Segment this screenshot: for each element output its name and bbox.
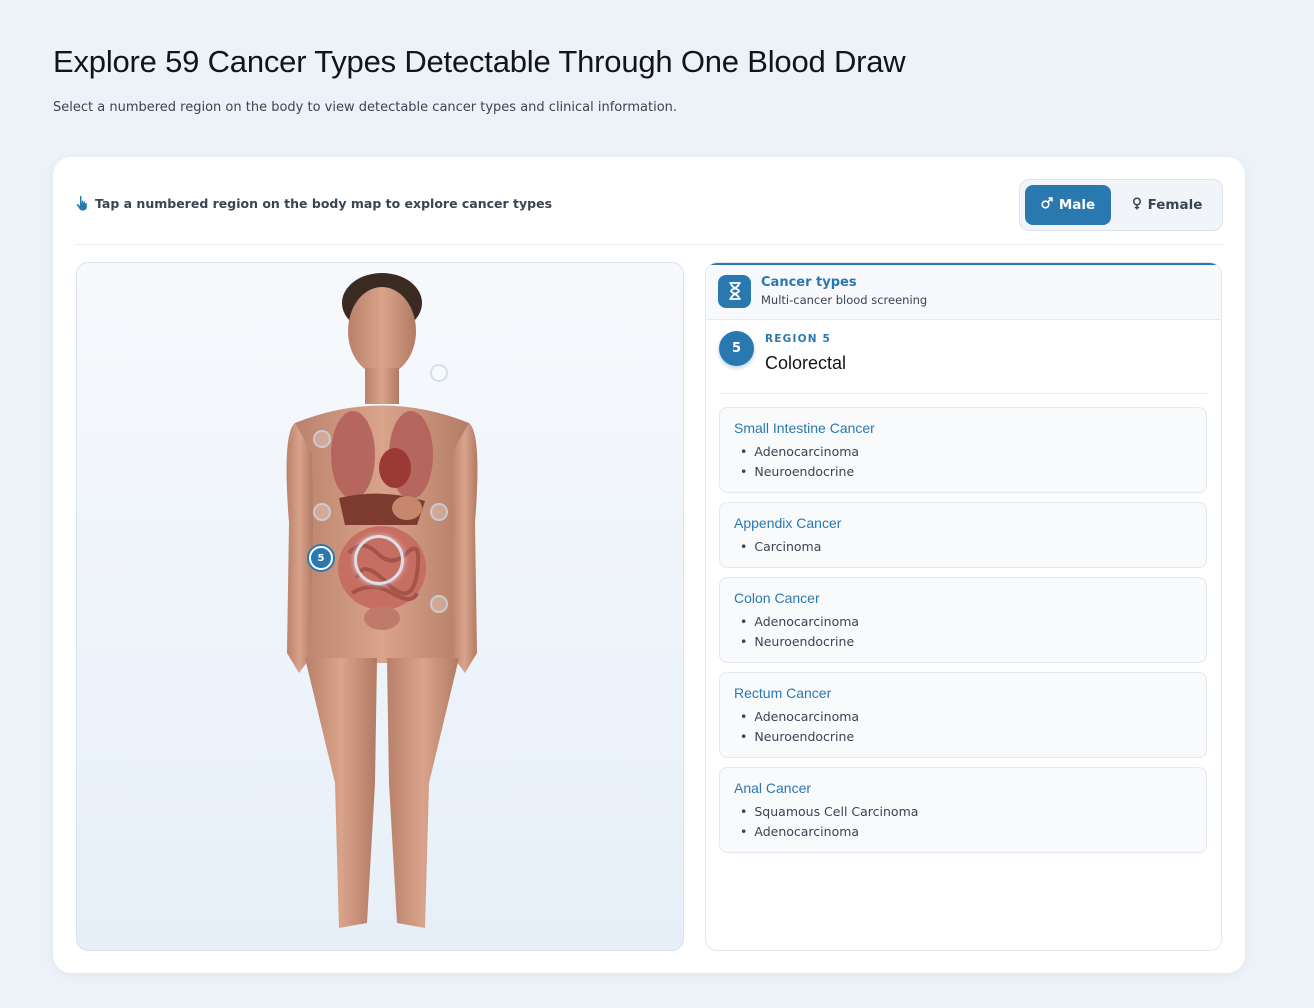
human-anatomy-illustration xyxy=(286,273,478,928)
region-marker-4[interactable] xyxy=(430,503,448,521)
cancer-name[interactable]: Rectum Cancer xyxy=(734,685,1192,701)
explorer-card: Tap a numbered region on the body map to… xyxy=(53,157,1245,973)
male-label: Male xyxy=(1058,197,1096,213)
header-divider xyxy=(75,244,1223,245)
region-marker-3[interactable] xyxy=(313,503,331,521)
male-symbol-icon xyxy=(1041,197,1053,213)
cancer-card[interactable]: Small Intestine Cancer Adenocarcinoma Ne… xyxy=(719,407,1207,493)
cancer-types-panel: Cancer types Multi-cancer blood screenin… xyxy=(705,262,1222,951)
instruction-text: Tap a numbered region on the body map to… xyxy=(95,195,553,211)
cancer-list: Small Intestine Cancer Adenocarcinoma Ne… xyxy=(719,407,1207,862)
region-marker-1[interactable] xyxy=(430,364,448,382)
cancer-subtype: Adenocarcinoma xyxy=(734,707,1192,727)
page-title: Explore 59 Cancer Types Detectable Throu… xyxy=(53,44,906,79)
panel-accent-bar xyxy=(706,263,1221,265)
region-name: Colorectal xyxy=(765,353,847,373)
pointer-hand-icon xyxy=(75,195,89,211)
region-header: 5 REGION 5 Colorectal xyxy=(719,331,1207,394)
cancer-subtype: Neuroendocrine xyxy=(734,462,1192,482)
panel-subtitle: Multi-cancer blood screening xyxy=(761,293,928,307)
female-toggle-button[interactable]: Female xyxy=(1117,185,1217,225)
cancer-card[interactable]: Colon Cancer Adenocarcinoma Neuroendocri… xyxy=(719,577,1207,663)
instruction-hint: Tap a numbered region on the body map to… xyxy=(75,195,552,211)
region-marker-6[interactable] xyxy=(430,595,448,613)
region-label: REGION 5 xyxy=(765,333,832,345)
cancer-name[interactable]: Anal Cancer xyxy=(734,780,1192,796)
region-marker-5[interactable]: 5 xyxy=(309,546,333,570)
cancer-name[interactable]: Colon Cancer xyxy=(734,590,1192,606)
cancer-name[interactable]: Appendix Cancer xyxy=(734,515,1192,531)
page-subtitle: Select a numbered region on the body to … xyxy=(53,100,678,115)
panel-header: Cancer types Multi-cancer blood screenin… xyxy=(706,263,1221,320)
cancer-name[interactable]: Small Intestine Cancer xyxy=(734,420,1192,436)
cancer-subtype: Neuroendocrine xyxy=(734,632,1192,652)
cancer-subtype: Carcinoma xyxy=(734,537,1192,557)
panel-title: Cancer types xyxy=(761,275,857,290)
dna-icon xyxy=(718,274,751,308)
cancer-card[interactable]: Appendix Cancer Carcinoma xyxy=(719,502,1207,568)
cancer-card[interactable]: Rectum Cancer Adenocarcinoma Neuroendocr… xyxy=(719,672,1207,758)
cancer-card[interactable]: Anal Cancer Squamous Cell Carcinoma Aden… xyxy=(719,767,1207,853)
male-toggle-button[interactable]: Male xyxy=(1025,185,1111,225)
cancer-subtype: Adenocarcinoma xyxy=(734,442,1192,462)
cancer-subtype: Adenocarcinoma xyxy=(734,822,1192,842)
region-marker-2[interactable] xyxy=(313,430,331,448)
body-map: 5 xyxy=(76,262,684,951)
cancer-subtype: Adenocarcinoma xyxy=(734,612,1192,632)
female-symbol-icon xyxy=(1132,196,1142,214)
region-number-badge: 5 xyxy=(719,331,754,366)
cancer-subtype: Neuroendocrine xyxy=(734,727,1192,747)
cancer-subtype: Squamous Cell Carcinoma xyxy=(734,802,1192,822)
female-label: Female xyxy=(1147,197,1203,213)
sex-toggle: Male Female xyxy=(1019,179,1223,231)
selected-region-highlight xyxy=(354,535,404,585)
